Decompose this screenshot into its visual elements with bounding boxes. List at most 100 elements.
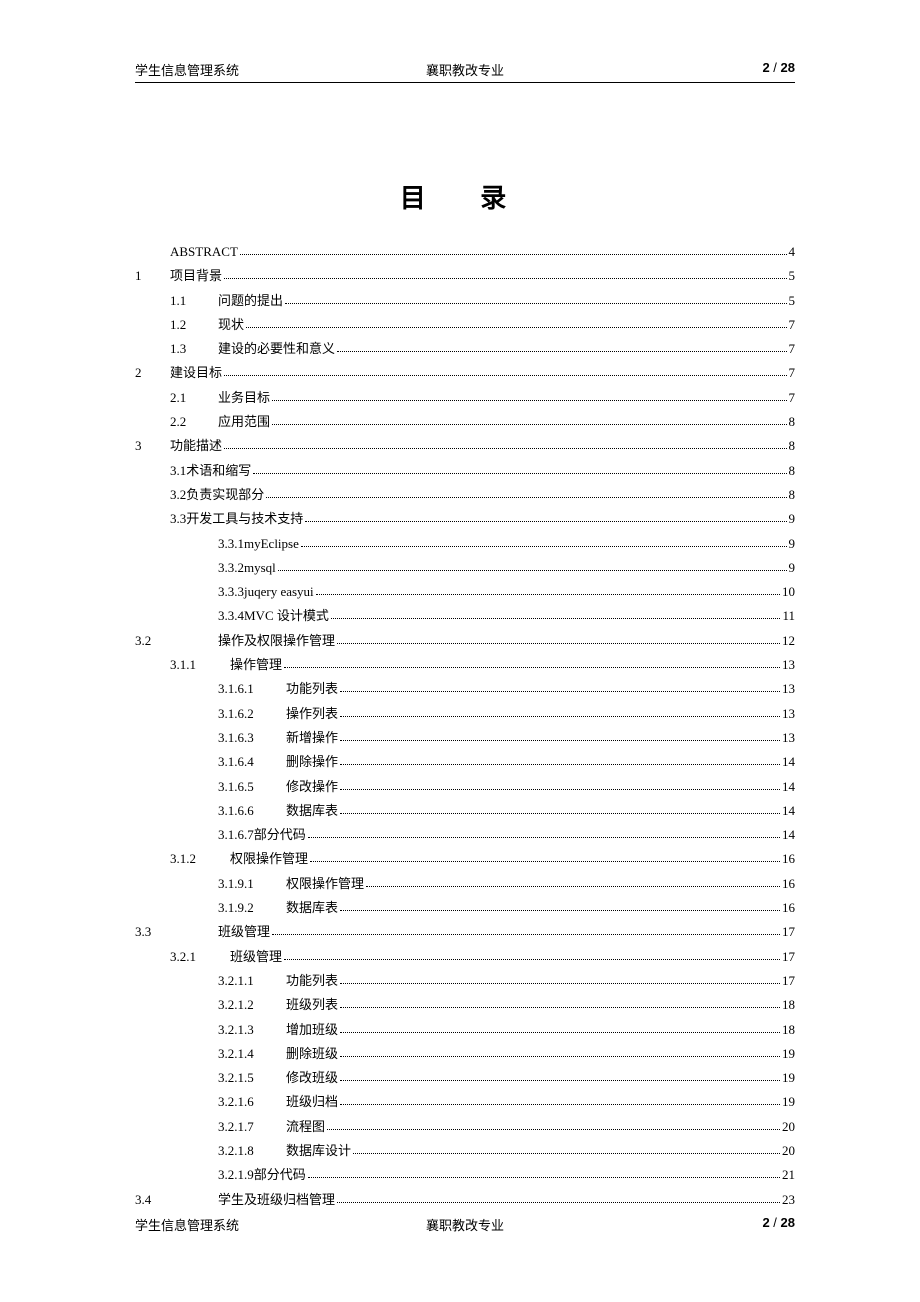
toc-number: 3.1.6.6 bbox=[218, 804, 286, 817]
toc-row: 1项目背景 5 bbox=[135, 269, 795, 282]
toc-page: 19 bbox=[782, 1095, 795, 1108]
toc-leader bbox=[340, 740, 780, 741]
toc-page: 19 bbox=[782, 1047, 795, 1060]
toc-label: 开发工具与技术支持 bbox=[186, 512, 303, 525]
toc-number: 3.3.2 bbox=[218, 561, 244, 574]
toc-page: 9 bbox=[789, 537, 796, 550]
toc-label: 业务目标 bbox=[218, 391, 270, 404]
toc-row: 3.3.4 MVC 设计模式 11 bbox=[135, 609, 795, 622]
toc-leader bbox=[316, 594, 780, 595]
toc-row: 3.3.1 myEclipse9 bbox=[135, 537, 795, 550]
toc-leader bbox=[340, 691, 780, 692]
toc-page: 12 bbox=[782, 634, 795, 647]
toc-number: 3.1.9.1 bbox=[218, 877, 286, 890]
toc-page: 8 bbox=[789, 415, 796, 428]
toc-number: 3.3.4 bbox=[218, 609, 244, 622]
toc-number: 3.1 bbox=[170, 464, 186, 477]
toc-label: 项目背景 bbox=[170, 269, 222, 282]
toc-row: 3.3 开发工具与技术支持 9 bbox=[135, 512, 795, 525]
header-center: 襄职教改专业 bbox=[355, 60, 575, 79]
toc-number: 1 bbox=[135, 269, 170, 282]
toc-page: 11 bbox=[782, 609, 795, 622]
toc-label: 删除班级 bbox=[286, 1047, 338, 1060]
toc-leader bbox=[310, 861, 780, 862]
toc-label: 部分代码 bbox=[254, 828, 306, 841]
toc-number: 3.2.1.3 bbox=[218, 1023, 286, 1036]
toc-page: 14 bbox=[782, 828, 795, 841]
toc-number: 3.3 bbox=[170, 512, 186, 525]
toc-page: 9 bbox=[789, 512, 796, 525]
toc-row: 3.1.9.2数据库表16 bbox=[135, 901, 795, 914]
toc-leader bbox=[224, 278, 786, 279]
toc-number: 3 bbox=[135, 439, 170, 452]
toc-page: 7 bbox=[789, 366, 796, 379]
footer-left: 学生信息管理系统 bbox=[135, 1215, 355, 1234]
toc-leader bbox=[308, 837, 780, 838]
toc-number: 3.2 bbox=[170, 488, 186, 501]
toc-row: 3.2.1班级管理17 bbox=[135, 950, 795, 963]
toc-label: 增加班级 bbox=[286, 1023, 338, 1036]
toc-page: 8 bbox=[789, 439, 796, 452]
toc-leader bbox=[284, 667, 780, 668]
toc-row: 3.1.6.1功能列表13 bbox=[135, 682, 795, 695]
toc-label: 建设目标 bbox=[170, 366, 222, 379]
toc-page: 18 bbox=[782, 998, 795, 1011]
toc-leader bbox=[340, 1104, 780, 1105]
toc-label: 流程图 bbox=[286, 1120, 325, 1133]
toc-page: 17 bbox=[782, 925, 795, 938]
footer-page-total: 28 bbox=[781, 1215, 795, 1230]
toc-title: 目 录 bbox=[135, 178, 795, 215]
toc-leader bbox=[340, 716, 780, 717]
toc-page: 4 bbox=[789, 245, 796, 258]
toc-number: 2 bbox=[135, 366, 170, 379]
toc-page: 21 bbox=[782, 1168, 795, 1181]
toc-row: 3.1.1操作管理13 bbox=[135, 658, 795, 671]
toc-label: mysql bbox=[244, 561, 276, 574]
toc-number: 3.2.1.4 bbox=[218, 1047, 286, 1060]
toc-number: 3.3 bbox=[135, 925, 218, 938]
toc-leader bbox=[340, 1056, 780, 1057]
toc-row: ABSTRACT4 bbox=[135, 245, 795, 258]
toc-row: 3.2.1.4删除班级 19 bbox=[135, 1047, 795, 1060]
toc-leader bbox=[284, 959, 780, 960]
toc-number: 3.1.1 bbox=[170, 658, 230, 671]
toc-number: 3.1.6.3 bbox=[218, 731, 286, 744]
toc-page: 13 bbox=[782, 731, 795, 744]
toc-row: 3.2 负责实现部分8 bbox=[135, 488, 795, 501]
toc-page: 7 bbox=[789, 318, 796, 331]
toc-page: 9 bbox=[789, 561, 796, 574]
toc-label: 应用范围 bbox=[218, 415, 270, 428]
toc-row: 3.2.1.6班级归档19 bbox=[135, 1095, 795, 1108]
toc-leader bbox=[353, 1153, 780, 1154]
toc-number: 2.2 bbox=[170, 415, 218, 428]
toc-leader bbox=[285, 303, 786, 304]
toc-row: 1.2现状7 bbox=[135, 318, 795, 331]
toc-page: 16 bbox=[782, 901, 795, 914]
toc-row: 3.1.6.5修改操作14 bbox=[135, 780, 795, 793]
toc-number: 3.2.1.5 bbox=[218, 1071, 286, 1084]
toc-leader bbox=[266, 497, 786, 498]
toc-label: 功能描述 bbox=[170, 439, 222, 452]
toc-label: 班级归档 bbox=[286, 1095, 338, 1108]
toc-label: 权限操作管理 bbox=[230, 852, 308, 865]
toc-label: 学生及班级归档管理 bbox=[218, 1193, 335, 1206]
footer-right: 2 / 28 bbox=[575, 1215, 795, 1234]
toc-row: 3.2.1.8数据库设计20 bbox=[135, 1144, 795, 1157]
toc-label: 班级列表 bbox=[286, 998, 338, 1011]
header-page-sep: / bbox=[770, 60, 781, 75]
toc-page: 8 bbox=[789, 464, 796, 477]
toc-row: 3.1.6.3新增操作13 bbox=[135, 731, 795, 744]
header-page-total: 28 bbox=[781, 60, 795, 75]
toc-page: 20 bbox=[782, 1120, 795, 1133]
toc-label: 功能列表 bbox=[286, 974, 338, 987]
toc-leader bbox=[272, 424, 786, 425]
footer-page-current: 2 bbox=[762, 1215, 769, 1230]
table-of-contents: ABSTRACT41项目背景51.1问题的提出51.2现状71.3建设的必要性和… bbox=[135, 245, 795, 1206]
toc-page: 7 bbox=[789, 391, 796, 404]
toc-page: 19 bbox=[782, 1071, 795, 1084]
toc-leader bbox=[340, 813, 780, 814]
toc-number: 3.3.1 bbox=[218, 537, 244, 550]
toc-page: 5 bbox=[789, 269, 796, 282]
toc-page: 14 bbox=[782, 804, 795, 817]
toc-page: 17 bbox=[782, 950, 795, 963]
